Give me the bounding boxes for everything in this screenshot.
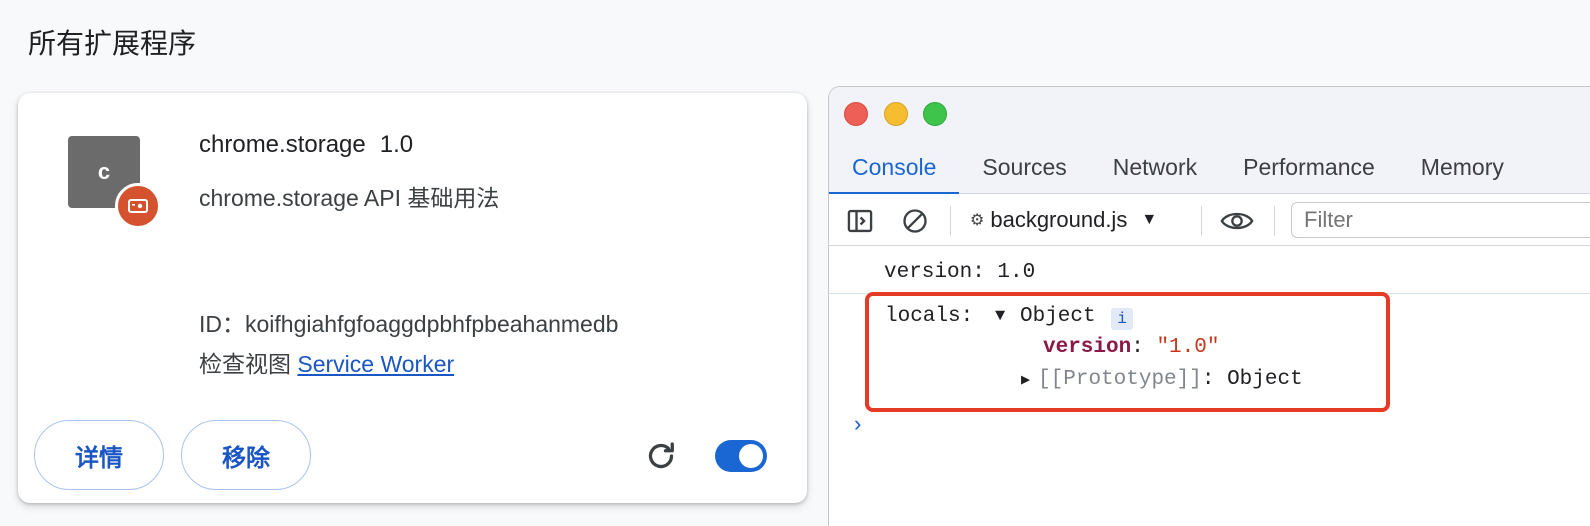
gear-icon: ⚙ (970, 212, 985, 229)
details-button[interactable]: 详情 (34, 420, 164, 490)
page-title: 所有扩展程序 (28, 28, 197, 59)
extension-version: 1.0 (379, 131, 414, 158)
tab-network[interactable]: Network (1090, 141, 1220, 194)
extension-card: c chrome.storage 1.0 chrome.storage API 基… (18, 93, 807, 503)
console-prompt-icon[interactable]: › (851, 413, 864, 438)
context-label: background.js (990, 207, 1128, 232)
remove-button[interactable]: 移除 (181, 420, 311, 490)
extension-id: ID：koifhgiahfgfoaggdpbhfpbeahanmedb (199, 311, 619, 337)
object-type[interactable]: Object (1020, 305, 1096, 328)
clear-console-icon[interactable] (901, 207, 929, 235)
service-worker-link[interactable]: Service Worker (297, 351, 454, 377)
extension-description: chrome.storage API 基础用法 (199, 185, 500, 211)
filter-input[interactable] (1291, 202, 1590, 238)
property-key: version (1043, 336, 1132, 359)
extension-name-row: chrome.storage 1.0 (199, 131, 413, 159)
collapse-triangle-icon[interactable]: ▶ (1021, 372, 1030, 389)
enable-toggle[interactable] (715, 440, 767, 472)
window-titlebar (829, 87, 1590, 141)
devtools-tabs: Console Sources Network Performance Memo… (829, 141, 1590, 195)
info-icon[interactable]: i (1111, 308, 1133, 330)
tab-sources[interactable]: Sources (959, 141, 1089, 194)
toggle-knob (739, 444, 763, 468)
property-colon: : (1131, 336, 1144, 359)
console-log-line: version: 1.0 (884, 261, 1036, 284)
context-selector[interactable]: ⚙ background.js ▼ (970, 204, 1157, 236)
expand-triangle-icon[interactable]: ▼ (995, 307, 1005, 326)
prototype-value: : Object (1201, 368, 1303, 391)
chevron-down-icon: ▼ (1141, 211, 1158, 228)
object-label: locals: (885, 305, 974, 328)
extension-name: chrome.storage (199, 131, 366, 158)
toolbar-divider (950, 206, 951, 236)
toolbar-divider (1201, 206, 1202, 236)
tab-memory[interactable]: Memory (1398, 141, 1527, 194)
devtools-window: Console Sources Network Performance Memo… (828, 86, 1590, 526)
maximize-window-button[interactable] (923, 102, 947, 126)
console-toolbar: ⚙ background.js ▼ (829, 194, 1590, 246)
minimize-window-button[interactable] (884, 102, 908, 126)
eye-icon[interactable] (1219, 207, 1255, 235)
console-output: version: 1.0 locals: ▼ Object i version:… (829, 247, 1590, 526)
object-property: version: "1.0" (1043, 336, 1219, 359)
property-value: "1.0" (1156, 336, 1220, 359)
toolbar-divider (1274, 206, 1275, 236)
tab-console[interactable]: Console (829, 141, 960, 195)
tab-performance[interactable]: Performance (1220, 141, 1398, 194)
inspect-views: 检查视图 Service Worker (199, 345, 454, 379)
close-window-button[interactable] (844, 102, 868, 126)
sidebar-toggle-icon[interactable] (846, 207, 874, 235)
prototype-key: [[Prototype]] (1038, 368, 1202, 391)
inspect-views-label: 检查视图 (199, 351, 291, 377)
console-divider (829, 293, 1590, 294)
service-worker-badge-icon (115, 183, 161, 229)
reload-icon[interactable] (643, 438, 679, 474)
prototype-property[interactable]: ▶ [[Prototype]]: Object (1021, 368, 1303, 391)
